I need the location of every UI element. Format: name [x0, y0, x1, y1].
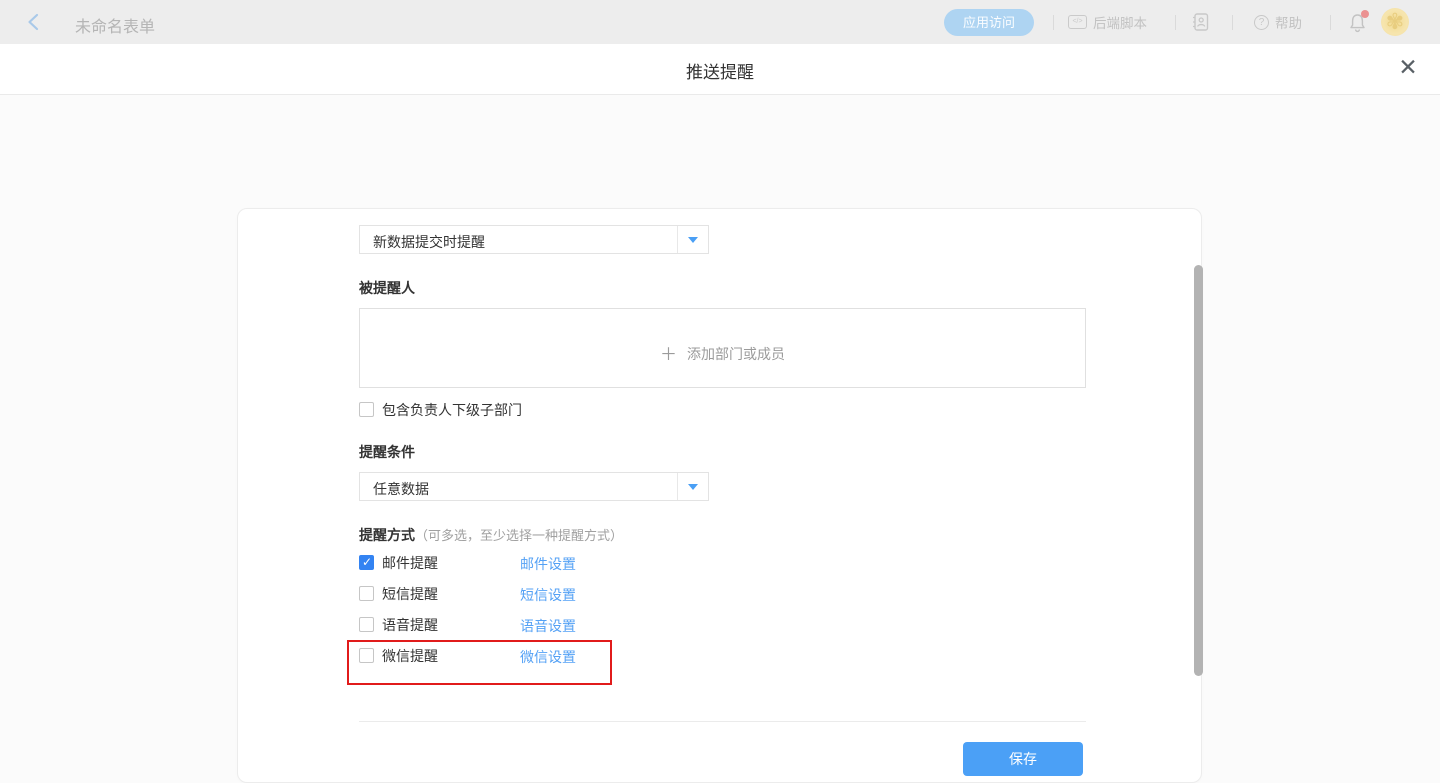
- chevron-down-icon: [688, 484, 698, 490]
- close-icon[interactable]: ✕: [1396, 55, 1420, 79]
- add-member-box[interactable]: ＋ 添加部门或成员: [359, 308, 1086, 388]
- modal-title: 推送提醒: [0, 58, 1440, 83]
- contacts-button[interactable]: [1191, 0, 1210, 44]
- methods-label: 提醒方式（可多选，至少选择一种提醒方式）: [359, 525, 623, 545]
- avatar[interactable]: ✾: [1381, 8, 1409, 36]
- email-label: 邮件提醒: [382, 553, 438, 573]
- code-icon: </>: [1068, 15, 1087, 29]
- email-settings-link[interactable]: 邮件设置: [520, 554, 576, 574]
- condition-label: 提醒条件: [359, 442, 415, 462]
- backend-script-label: 后端脚本: [1093, 12, 1147, 32]
- email-checkbox[interactable]: [359, 555, 374, 570]
- include-sub-checkbox[interactable]: [359, 402, 374, 417]
- include-sub-row: 包含负责人下级子部门: [359, 401, 522, 418]
- voice-settings-link[interactable]: 语音设置: [520, 616, 576, 636]
- voice-checkbox[interactable]: [359, 617, 374, 632]
- include-sub-label: 包含负责人下级子部门: [382, 400, 522, 420]
- topbar-divider: [1175, 15, 1176, 30]
- condition-select-value: 任意数据: [373, 479, 429, 499]
- sms-settings-link[interactable]: 短信设置: [520, 585, 576, 605]
- topbar: 未命名表单 应用访问 </> 后端脚本 ? 帮助 ✾: [0, 0, 1440, 44]
- add-member-inner: ＋ 添加部门或成员: [360, 340, 1085, 365]
- help-label: 帮助: [1275, 12, 1302, 32]
- modal-body: 新数据提交时提醒 被提醒人 ＋ 添加部门或成员 包含负责人下级子部门 提醒条件 任…: [0, 95, 1440, 700]
- wechat-label: 微信提醒: [382, 646, 438, 666]
- trigger-select-arrow-zone[interactable]: [677, 226, 708, 253]
- scrollbar-thumb[interactable]: [1194, 265, 1203, 676]
- methods-label-text: 提醒方式: [359, 527, 415, 543]
- back-icon[interactable]: [26, 12, 42, 32]
- add-member-label: 添加部门或成员: [687, 346, 785, 362]
- trigger-select[interactable]: 新数据提交时提醒: [359, 225, 709, 254]
- modal-header: 推送提醒: [0, 44, 1440, 95]
- topbar-divider: [1330, 15, 1331, 30]
- sms-label: 短信提醒: [382, 584, 438, 604]
- topbar-divider: [1232, 15, 1233, 30]
- method-row-email: 邮件提醒 邮件设置: [359, 554, 659, 571]
- voice-label: 语音提醒: [382, 615, 438, 635]
- sms-checkbox[interactable]: [359, 586, 374, 601]
- condition-select-arrow-zone[interactable]: [677, 473, 708, 500]
- help-icon: ?: [1254, 15, 1269, 30]
- form-title: 未命名表单: [75, 13, 155, 37]
- trigger-select-value: 新数据提交时提醒: [373, 232, 485, 252]
- methods-hint: （可多选，至少选择一种提醒方式）: [415, 528, 623, 543]
- help-button[interactable]: ? 帮助: [1254, 0, 1302, 44]
- recipient-label: 被提醒人: [359, 278, 415, 298]
- method-row-voice: 语音提醒 语音设置: [359, 616, 659, 633]
- method-row-sms: 短信提醒 短信设置: [359, 585, 659, 602]
- chevron-down-icon: [688, 237, 698, 243]
- backend-script-button[interactable]: </> 后端脚本: [1068, 0, 1147, 44]
- notification-badge: [1361, 10, 1369, 18]
- contacts-icon: [1191, 12, 1210, 32]
- method-row-wechat: 微信提醒 微信设置: [359, 647, 659, 664]
- plus-icon: ＋: [660, 345, 677, 364]
- topbar-divider: [1053, 15, 1054, 30]
- condition-select[interactable]: 任意数据: [359, 472, 709, 501]
- footer-divider: [359, 721, 1086, 722]
- notifications-button[interactable]: [1348, 12, 1368, 34]
- settings-card: 新数据提交时提醒 被提醒人 ＋ 添加部门或成员 包含负责人下级子部门 提醒条件 任…: [237, 208, 1202, 783]
- wechat-checkbox[interactable]: [359, 648, 374, 663]
- save-button[interactable]: 保存: [963, 742, 1083, 776]
- wechat-settings-link[interactable]: 微信设置: [520, 647, 576, 667]
- app-access-button[interactable]: 应用访问: [944, 9, 1034, 36]
